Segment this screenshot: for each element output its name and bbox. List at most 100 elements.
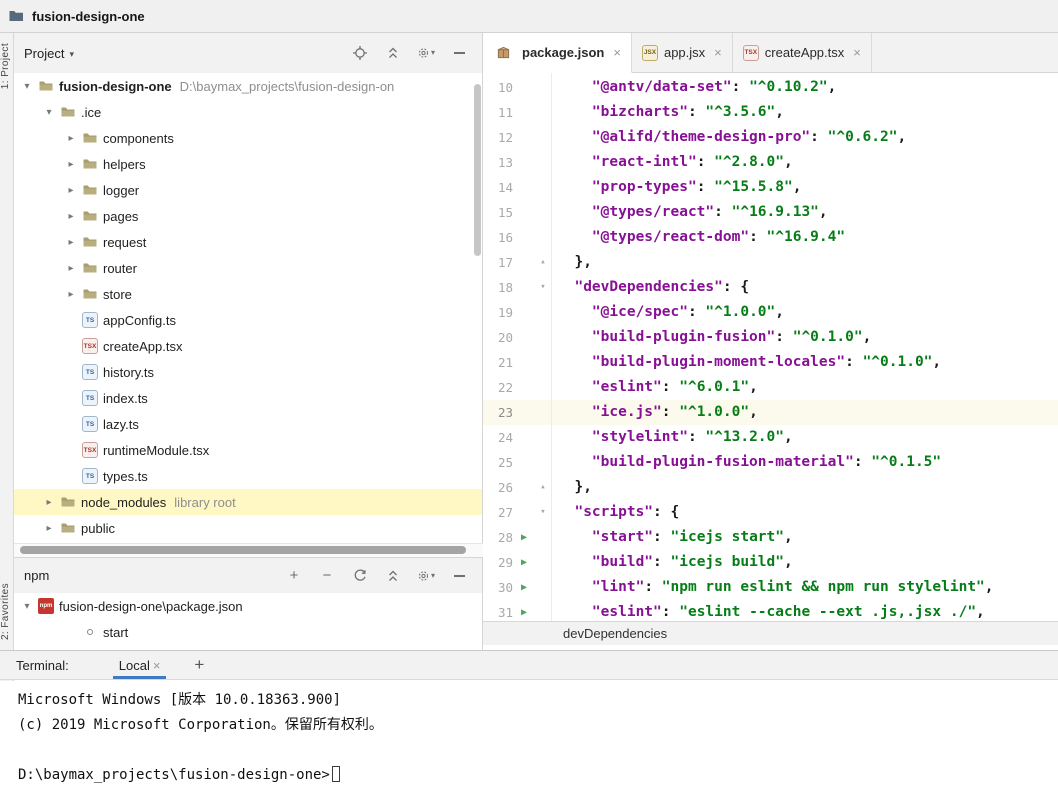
code-line[interactable]: 24 "stylelint": "^13.2.0", (483, 425, 1058, 450)
remove-icon[interactable]: − (318, 567, 336, 585)
code-line[interactable]: 23 "ice.js": "^1.0.0", (483, 400, 1058, 425)
code-line[interactable]: 10 "@antv/data-set": "^0.10.2", (483, 75, 1058, 100)
code-line[interactable]: 20 "build-plugin-fusion": "^0.1.0", (483, 325, 1058, 350)
code-line[interactable]: 25 "build-plugin-fusion-material": "^0.1… (483, 450, 1058, 475)
tree-item-label: node_modules (81, 495, 166, 510)
code-line[interactable]: 16 "@types/react-dom": "^16.9.4" (483, 225, 1058, 250)
chevron-right-icon[interactable]: ▸ (62, 133, 80, 144)
refresh-icon[interactable] (351, 567, 369, 585)
code-line[interactable]: 21 "build-plugin-moment-locales": "^0.1.… (483, 350, 1058, 375)
code-line[interactable]: 31▶ "eslint": "eslint --cache --ext .js,… (483, 600, 1058, 621)
tree-row[interactable]: TShistory.ts (14, 359, 482, 385)
tree-item-label: types.ts (103, 469, 148, 484)
tab-app-jsx[interactable]: JSX app.jsx × (632, 33, 733, 72)
tree-row[interactable]: TSXruntimeModule.tsx (14, 437, 482, 463)
tree-row[interactable]: ▸request (14, 229, 482, 255)
collapse-all-icon[interactable] (384, 567, 402, 585)
tree-row[interactable]: TSindex.ts (14, 385, 482, 411)
terminal-label: Terminal: (16, 658, 69, 673)
terminal-tab-label: Local (119, 658, 150, 673)
close-icon[interactable]: × (853, 45, 861, 60)
npm-icon: npm (38, 598, 54, 614)
chevron-right-icon[interactable]: ▸ (62, 159, 80, 170)
chevron-right-icon[interactable]: ▸ (62, 289, 80, 300)
tree-row[interactable]: ▸logger (14, 177, 482, 203)
tree-row[interactable]: ▸public (14, 515, 482, 541)
chevron-right-icon[interactable]: ▸ (62, 185, 80, 196)
settings-gear-icon[interactable]: ▾ (417, 567, 435, 585)
chevron-down-icon[interactable]: ▾ (69, 47, 74, 60)
npm-script-row[interactable]: start (14, 619, 482, 645)
tab-createapp-tsx[interactable]: TSX createApp.tsx × (733, 33, 872, 72)
code-line[interactable]: 29▶ "build": "icejs build", (483, 550, 1058, 575)
code-line[interactable]: 11 "bizcharts": "^3.5.6", (483, 100, 1058, 125)
hide-panel-icon[interactable] (450, 44, 468, 62)
tree-item-label: lazy.ts (103, 417, 139, 432)
chevron-right-icon[interactable]: ▸ (62, 211, 80, 222)
horizontal-scrollbar[interactable] (20, 546, 466, 554)
code-text: "build": "icejs build", (551, 550, 793, 575)
vertical-scrollbar[interactable] (474, 84, 481, 256)
chevron-down-icon[interactable]: ▾ (18, 81, 36, 92)
fold-end-icon: ▴ (535, 250, 551, 275)
terminal-cursor[interactable] (332, 766, 340, 782)
folder-icon (82, 260, 98, 276)
tree-row[interactable]: ▸router (14, 255, 482, 281)
code-line[interactable]: 22 "eslint": "^6.0.1", (483, 375, 1058, 400)
close-icon[interactable]: × (153, 658, 161, 673)
chevron-down-icon[interactable]: ▾ (40, 107, 58, 118)
hide-panel-icon[interactable] (450, 567, 468, 585)
tree-item-label: pages (103, 209, 138, 224)
run-script-icon[interactable]: ▶ (513, 575, 535, 600)
code-line[interactable]: 13 "react-intl": "^2.8.0", (483, 150, 1058, 175)
code-editor[interactable]: 10 "@antv/data-set": "^0.10.2",11 "bizch… (483, 73, 1058, 621)
run-script-icon[interactable]: ▶ (513, 550, 535, 575)
tree-row[interactable]: ▸node_moduleslibrary root (14, 489, 482, 515)
fold-start-icon: ▾ (535, 500, 551, 525)
run-script-icon[interactable]: ▶ (513, 600, 535, 621)
tree-row[interactable]: ▸components (14, 125, 482, 151)
tab-package-json[interactable]: package.json × (483, 33, 632, 73)
code-line[interactable]: 30▶ "lint": "npm run eslint && npm run s… (483, 575, 1058, 600)
code-line[interactable]: 19 "@ice/spec": "^1.0.0", (483, 300, 1058, 325)
tree-row[interactable]: ▸helpers (14, 151, 482, 177)
close-icon[interactable]: × (613, 45, 621, 60)
settings-gear-icon[interactable]: ▾ (417, 44, 435, 62)
project-panel-title[interactable]: Project (24, 46, 64, 61)
code-line[interactable]: 15 "@types/react": "^16.9.13", (483, 200, 1058, 225)
tree-row[interactable]: TSXcreateApp.tsx (14, 333, 482, 359)
code-line[interactable]: 12 "@alifd/theme-design-pro": "^0.6.2", (483, 125, 1058, 150)
tool-stripe-project[interactable]: 1: Project (0, 43, 14, 89)
tree-row[interactable]: ▸store (14, 281, 482, 307)
tree-row[interactable]: ▸ pages (14, 203, 482, 229)
gutter-separator (551, 73, 552, 621)
add-icon[interactable]: + (285, 567, 303, 585)
tree-row[interactable]: TSlazy.ts (14, 411, 482, 437)
npm-script-file-row[interactable]: ▾ npm fusion-design-one\package.json (14, 593, 482, 619)
chevron-down-icon[interactable]: ▾ (18, 601, 36, 612)
chevron-right-icon[interactable]: ▸ (40, 497, 58, 508)
locate-file-icon[interactable] (351, 44, 369, 62)
tree-row[interactable]: ▾fusion-design-oneD:\baymax_projects\fus… (14, 73, 482, 99)
run-script-icon[interactable]: ▶ (513, 525, 535, 550)
chevron-right-icon[interactable]: ▸ (62, 263, 80, 274)
chevron-right-icon[interactable]: ▸ (62, 237, 80, 248)
tool-stripe-favorites[interactable]: 2: Favorites (0, 583, 14, 640)
code-line[interactable]: 14 "prop-types": "^15.5.8", (483, 175, 1058, 200)
breadcrumb[interactable]: devDependencies (563, 626, 667, 641)
tree-row[interactable]: TStypes.ts (14, 463, 482, 489)
collapse-all-icon[interactable] (384, 44, 402, 62)
code-line[interactable]: 28▶ "start": "icejs start", (483, 525, 1058, 550)
chevron-right-icon[interactable]: ▸ (40, 523, 58, 534)
tab-terminal-local[interactable]: Local × (111, 651, 169, 679)
code-line[interactable]: 18▾ "devDependencies": { (483, 275, 1058, 300)
tree-row[interactable]: TSappConfig.ts (14, 307, 482, 333)
code-line[interactable]: 17▴ }, (483, 250, 1058, 275)
new-terminal-icon[interactable]: + (194, 655, 204, 675)
project-tree: ▾fusion-design-oneD:\baymax_projects\fus… (14, 73, 483, 557)
tree-row[interactable]: ▾.ice (14, 99, 482, 125)
close-icon[interactable]: × (714, 45, 722, 60)
terminal-output[interactable]: Microsoft Windows [版本 10.0.18363.900](c)… (0, 681, 1058, 791)
code-line[interactable]: 26▴ }, (483, 475, 1058, 500)
code-line[interactable]: 27▾ "scripts": { (483, 500, 1058, 525)
